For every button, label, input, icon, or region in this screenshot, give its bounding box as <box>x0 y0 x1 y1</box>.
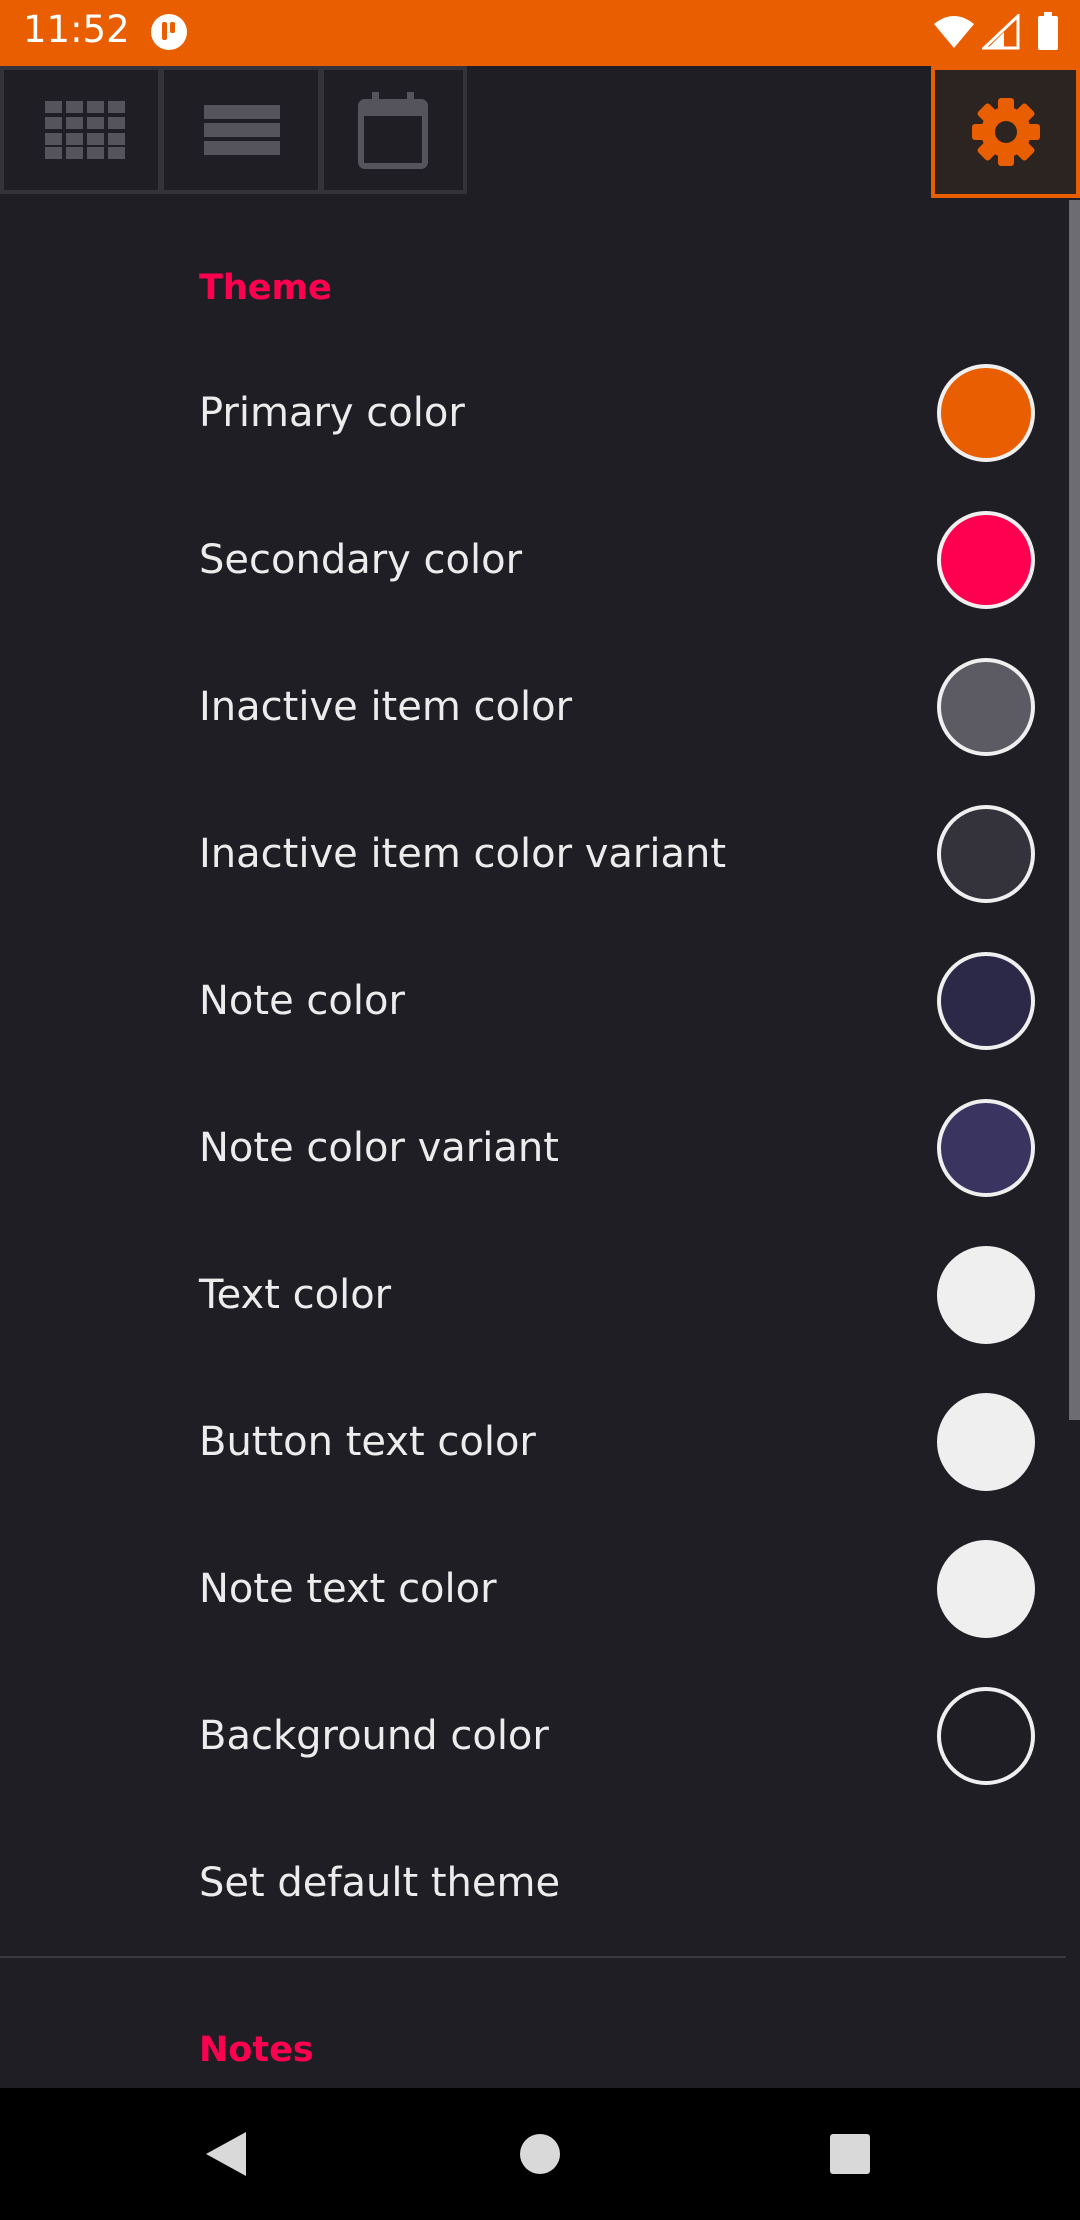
gear-icon <box>972 98 1040 166</box>
pref-inactive-item-color-variant[interactable]: Inactive item color variant <box>0 781 1066 927</box>
pref-label: Note color variant <box>199 1125 559 1171</box>
color-swatch[interactable] <box>937 805 1035 903</box>
color-swatch[interactable] <box>937 658 1035 756</box>
set-default-theme-label: Set default theme <box>199 1860 561 1906</box>
pref-label: Inactive item color variant <box>199 831 727 877</box>
navigation-bar <box>0 2088 1080 2220</box>
toolbar <box>0 66 1080 198</box>
pref-label: Secondary color <box>199 537 523 583</box>
battery-icon <box>1038 12 1058 50</box>
pref-label: Note text color <box>199 1566 497 1612</box>
signal-icon <box>982 14 1020 50</box>
pref-label: Primary color <box>199 390 465 436</box>
pref-text-color[interactable]: Text color <box>0 1222 1066 1368</box>
theme-section-title: Theme <box>199 268 332 308</box>
color-swatch[interactable] <box>937 511 1035 609</box>
pref-set-default-theme[interactable]: Set default theme <box>0 1810 1066 1956</box>
tab-settings[interactable] <box>931 66 1080 198</box>
pref-label: Inactive item color <box>199 684 573 730</box>
color-swatch[interactable] <box>937 1393 1035 1491</box>
color-swatch[interactable] <box>937 1540 1035 1638</box>
tab-grid-view[interactable] <box>0 66 162 194</box>
wifi-icon <box>934 16 974 48</box>
pref-note-color[interactable]: Note color <box>0 928 1066 1074</box>
tab-calendar-view[interactable] <box>320 66 467 194</box>
color-swatch[interactable] <box>937 1246 1035 1344</box>
status-bar: 11:52 <box>0 0 1080 66</box>
pref-label: Background color <box>199 1713 549 1759</box>
back-icon[interactable] <box>204 2130 248 2178</box>
notification-app-icon <box>151 14 187 50</box>
pref-secondary-color[interactable]: Secondary color <box>0 487 1066 633</box>
pref-label: Note color <box>199 978 405 1024</box>
home-icon[interactable] <box>519 2133 561 2175</box>
pref-label: Text color <box>199 1272 392 1318</box>
pref-button-text-color[interactable]: Button text color <box>0 1369 1066 1515</box>
notes-section-title: Notes <box>199 2030 314 2070</box>
grid-icon <box>45 101 125 159</box>
section-divider <box>0 1956 1066 1958</box>
recents-icon[interactable] <box>830 2134 870 2174</box>
status-time: 11:52 <box>23 8 130 51</box>
pref-background-color[interactable]: Background color <box>0 1663 1066 1809</box>
pref-inactive-item-color[interactable]: Inactive item color <box>0 634 1066 780</box>
pref-note-color-variant[interactable]: Note color variant <box>0 1075 1066 1221</box>
color-swatch[interactable] <box>937 1687 1035 1785</box>
list-icon <box>204 105 280 155</box>
pref-primary-color[interactable]: Primary color <box>0 340 1066 486</box>
calendar-icon <box>358 92 428 169</box>
color-swatch[interactable] <box>937 1099 1035 1197</box>
color-swatch[interactable] <box>937 952 1035 1050</box>
scrollbar[interactable] <box>1069 200 1080 1420</box>
pref-label: Button text color <box>199 1419 536 1465</box>
pref-note-text-color[interactable]: Note text color <box>0 1516 1066 1662</box>
tab-list-view[interactable] <box>160 66 322 194</box>
color-swatch[interactable] <box>937 364 1035 462</box>
